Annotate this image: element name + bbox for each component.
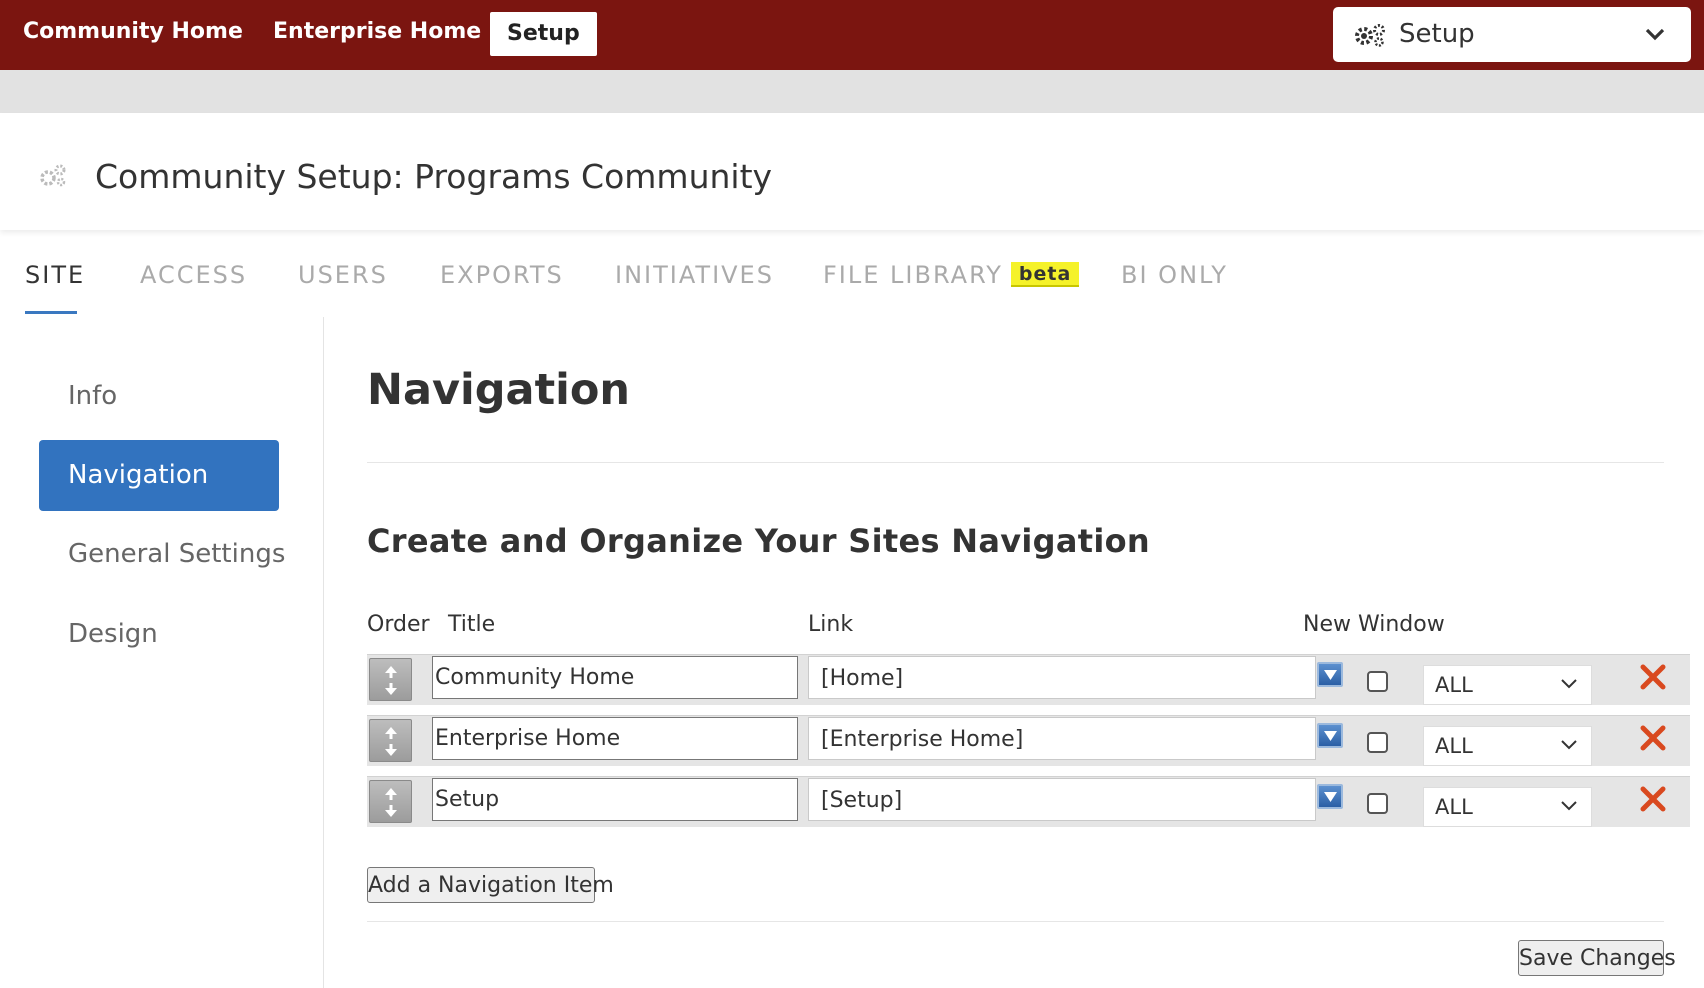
divider [367, 462, 1664, 463]
delete-x-icon[interactable] [1639, 724, 1667, 752]
topnav-community-home[interactable]: Community Home [23, 19, 243, 44]
nav-link-field[interactable]: [Home] [808, 656, 1316, 699]
topnav-setup[interactable]: Setup [490, 12, 597, 56]
nav-title-input[interactable] [432, 717, 798, 760]
tab-access[interactable]: ACCESS [140, 261, 247, 289]
tab-initiatives[interactable]: INITIATIVES [615, 261, 774, 289]
tab-site[interactable]: SITE [25, 261, 85, 289]
nav-title-input[interactable] [432, 656, 798, 699]
access-select[interactable]: ALL [1423, 726, 1592, 766]
triangle-down-icon [1324, 670, 1337, 680]
tab-bi-only[interactable]: BI ONLY [1121, 261, 1228, 289]
delete-x-icon[interactable] [1639, 663, 1667, 691]
access-select-value: ALL [1435, 673, 1473, 697]
tab-file-library-label: FILE LIBRARY [823, 261, 1003, 289]
tab-exports[interactable]: EXPORTS [440, 261, 564, 289]
chevron-down-icon [1561, 740, 1577, 750]
page-title-card: Community Setup: Programs Community [0, 113, 1704, 230]
new-window-checkbox[interactable] [1367, 793, 1388, 814]
add-navigation-item-button[interactable]: Add a Navigation Item [367, 867, 614, 903]
gears-icon [40, 164, 66, 187]
column-header-title: Title [448, 612, 496, 637]
reorder-arrows-icon [385, 727, 397, 756]
link-picker-button[interactable] [1317, 784, 1343, 809]
sidebar-item-design[interactable]: Design [39, 599, 279, 670]
tab-file-library[interactable]: FILE LIBRARY beta [823, 261, 1080, 289]
navigation-row: [Home] ALL [367, 654, 1690, 706]
access-select-value: ALL [1435, 734, 1473, 758]
reorder-arrows-icon [385, 788, 397, 817]
chevron-down-icon [1561, 679, 1577, 689]
active-tab-indicator [25, 311, 77, 314]
access-select[interactable]: ALL [1423, 787, 1592, 827]
nav-link-field[interactable]: [Enterprise Home] [808, 717, 1316, 760]
delete-x-icon[interactable] [1639, 785, 1667, 813]
column-header-new-window: New Window [1303, 612, 1445, 637]
page-title: Community Setup: Programs Community [95, 157, 773, 196]
section-heading: Navigation [367, 365, 631, 415]
beta-badge: beta [1010, 262, 1080, 287]
topnav-enterprise-home[interactable]: Enterprise Home [273, 19, 481, 44]
drag-handle[interactable] [369, 658, 412, 701]
access-select-value: ALL [1435, 795, 1473, 819]
tab-users[interactable]: USERS [298, 261, 388, 289]
sidebar-item-info[interactable]: Info [39, 361, 279, 432]
section-subheading: Create and Organize Your Sites Navigatio… [367, 522, 1150, 560]
sidebar-divider [323, 317, 324, 988]
save-changes-button[interactable]: Save Changes [1518, 940, 1676, 976]
navigation-row: [Setup] ALL [367, 776, 1690, 828]
drag-handle[interactable] [369, 719, 412, 762]
reorder-arrows-icon [385, 666, 397, 695]
setup-dropdown[interactable]: Setup [1333, 7, 1691, 62]
triangle-down-icon [1324, 792, 1337, 802]
chevron-down-icon [1645, 28, 1665, 41]
gears-icon [1355, 24, 1385, 47]
nav-link-field[interactable]: [Setup] [808, 778, 1316, 821]
access-select[interactable]: ALL [1423, 665, 1592, 705]
column-header-link: Link [808, 612, 854, 637]
sidebar-item-general-settings[interactable]: General Settings [39, 519, 285, 590]
header-spacer [0, 70, 1704, 113]
nav-title-input[interactable] [432, 778, 798, 821]
top-navigation-bar: Community Home Enterprise Home Setup Set… [0, 0, 1704, 70]
chevron-down-icon [1561, 801, 1577, 811]
link-picker-button[interactable] [1317, 723, 1343, 748]
new-window-checkbox[interactable] [1367, 732, 1388, 753]
navigation-row: [Enterprise Home] ALL [367, 715, 1690, 767]
sidebar-item-navigation[interactable]: Navigation [39, 440, 279, 511]
divider [367, 921, 1664, 922]
column-header-order: Order [367, 612, 430, 637]
triangle-down-icon [1324, 731, 1337, 741]
setup-dropdown-label: Setup [1399, 19, 1475, 49]
link-picker-button[interactable] [1317, 662, 1343, 687]
drag-handle[interactable] [369, 780, 412, 823]
new-window-checkbox[interactable] [1367, 671, 1388, 692]
